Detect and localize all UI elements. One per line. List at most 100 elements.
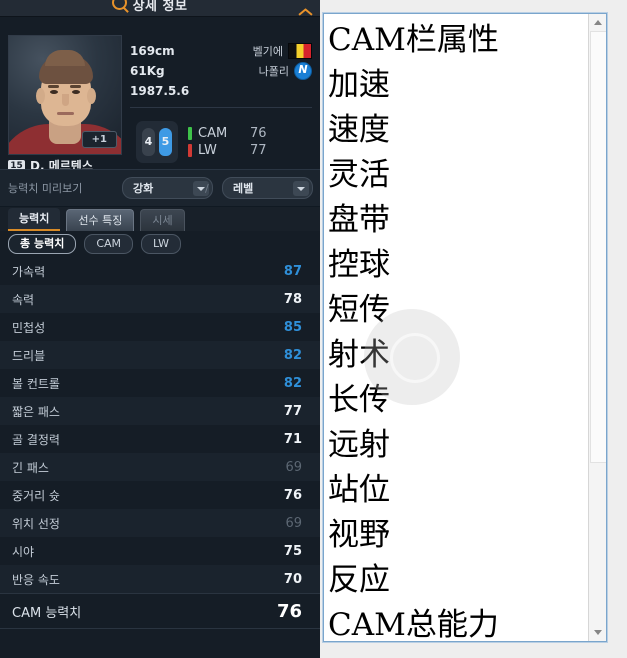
position-list: CAM 76 LW 77 (188, 126, 267, 158)
player-photo: +1 (8, 35, 122, 155)
player-birthdate: 1987.5.6 (130, 84, 190, 98)
tab-abilities[interactable]: 능력치 (8, 208, 61, 231)
upgrade-badge: +1 (81, 131, 117, 148)
subtab-bar: 총 능력치 CAM LW (0, 231, 320, 257)
document-body[interactable]: CAM栏属性 加速 速度 灵活 盘带 控球 短传 射术 长传 远射 站位 视野 … (324, 14, 588, 641)
stat-row: 볼 컨트롤 82 (0, 369, 320, 397)
stat-value: 75 (283, 543, 302, 559)
stat-value: 85 (283, 319, 302, 335)
document-frame: CAM栏属性 加速 速度 灵活 盘带 控球 短传 射术 长传 远射 站位 视野 … (323, 13, 607, 642)
stats-preview-label: 능력치 미리보기 (8, 182, 83, 195)
level-dropdown-value: 레벨 (233, 182, 254, 195)
total-rating-row: CAM 능력치 76 (0, 593, 320, 629)
document-line: 控球 (328, 247, 390, 283)
stat-label: 긴 패스 (12, 460, 49, 475)
stat-label: 가속력 (12, 264, 46, 279)
enhance-dropdown[interactable]: 강화 (122, 177, 213, 199)
photo-mouth (57, 112, 74, 115)
player-club: 나폴리 (259, 62, 312, 80)
total-rating-value: 76 (276, 600, 302, 622)
search-icon[interactable] (112, 0, 127, 10)
stat-label: 볼 컨트롤 (12, 376, 60, 391)
player-profile: +1 15 D. 메르텐스 169cm 벨기에 61Kg 나폴리 N 1987.… (0, 17, 320, 173)
strong-foot-value: 5 (161, 135, 170, 148)
stat-label: 짧은 패스 (12, 404, 60, 419)
document-line: CAM栏属性 (328, 22, 499, 58)
belgium-flag-icon (288, 43, 312, 59)
enhance-dropdown-value: 강화 (133, 182, 154, 195)
position-color-bar (188, 127, 192, 140)
scroll-up-icon[interactable] (589, 14, 606, 31)
photo-nose (62, 94, 69, 106)
stat-row: 위치 선정 69 (0, 509, 320, 537)
tab-player-traits[interactable]: 선수 특징 (66, 209, 135, 231)
document-line: 盘带 (328, 202, 390, 238)
stat-value: 78 (283, 291, 302, 307)
tab-market-price[interactable]: 시세 (140, 209, 185, 231)
strong-foot-icon: 5 (159, 128, 172, 156)
player-nation: 벨기에 (253, 43, 312, 59)
stat-row: 짧은 패스 77 (0, 397, 320, 425)
document-line: CAM总能力 (328, 607, 499, 642)
stat-label: 반응 속도 (12, 572, 60, 587)
subtab-lw[interactable]: LW (141, 234, 182, 254)
stat-row: 긴 패스 69 (0, 453, 320, 481)
weak-foot-value: 4 (144, 135, 153, 148)
chevron-up-icon[interactable] (299, 4, 312, 16)
document-line: 长传 (328, 382, 390, 418)
bio-row-height-nation: 169cm 벨기에 (130, 41, 312, 61)
stat-label: 민첩성 (12, 320, 46, 335)
stat-value: 71 (283, 431, 302, 447)
chevron-down-icon (293, 180, 309, 196)
level-dropdown[interactable]: 레벨 (222, 177, 313, 199)
stat-value: 82 (283, 375, 302, 391)
stat-value: 76 (283, 487, 302, 503)
total-rating-label: CAM 능력치 (12, 605, 82, 621)
stat-value: 87 (283, 263, 302, 279)
subtab-total[interactable]: 총 능력치 (8, 234, 77, 254)
document-line: 远射 (328, 427, 390, 463)
stat-value: 70 (283, 571, 302, 587)
text-editor-window: CAM栏属性 加速 速度 灵活 盘带 控球 短传 射术 长传 远射 站位 视野 … (320, 0, 627, 658)
player-detail-panel: 상세 정보 +1 15 D. 메르텐스 169cm 벨기에 61Kg 나폴리 N… (0, 0, 320, 658)
document-line: 射术 (328, 337, 390, 373)
subtab-cam[interactable]: CAM (84, 234, 134, 254)
photo-ear-left (36, 88, 45, 104)
player-weight: 61Kg (130, 64, 165, 78)
stat-row: 민첩성 85 (0, 313, 320, 341)
stat-row: 가속력 87 (0, 257, 320, 285)
panel-header: 상세 정보 (0, 0, 320, 17)
footedness-indicator: 4 5 (136, 121, 178, 163)
scrollbar-thumb[interactable] (590, 31, 606, 463)
stat-row: 속력 78 (0, 285, 320, 313)
stat-label: 위치 선정 (12, 516, 60, 531)
document-line: 反应 (328, 562, 390, 598)
divider (130, 107, 312, 108)
stat-row: 반응 속도 70 (0, 565, 320, 593)
stat-row: 시야 75 (0, 537, 320, 565)
club-label: 나폴리 (258, 65, 289, 78)
document-line: 短传 (328, 292, 390, 328)
stat-value: 77 (283, 403, 302, 419)
stat-value: 82 (283, 347, 302, 363)
document-scrollbar[interactable] (588, 14, 606, 641)
stat-value: 69 (285, 459, 302, 475)
stat-label: 드리블 (12, 348, 46, 363)
photo-brow-right (70, 85, 81, 88)
stat-label: 골 결정력 (12, 432, 60, 447)
document-line: 速度 (328, 112, 390, 148)
photo-ear-right (87, 88, 96, 104)
position-row: CAM 76 (188, 126, 267, 141)
stat-row: 골 결정력 71 (0, 425, 320, 453)
bio-row-birthdate: 1987.5.6 (130, 81, 312, 101)
scroll-down-icon[interactable] (589, 624, 606, 641)
stat-row: 중거리 슛 76 (0, 481, 320, 509)
position-name: CAM (198, 126, 228, 141)
position-rating: 77 (250, 143, 267, 158)
position-rating: 76 (250, 126, 267, 141)
dropdown-separator: / (205, 181, 209, 195)
document-line: 灵活 (328, 157, 390, 193)
page-title: 상세 정보 (132, 0, 188, 14)
stat-label: 중거리 슛 (12, 488, 60, 503)
nation-label: 벨기에 (252, 45, 283, 58)
